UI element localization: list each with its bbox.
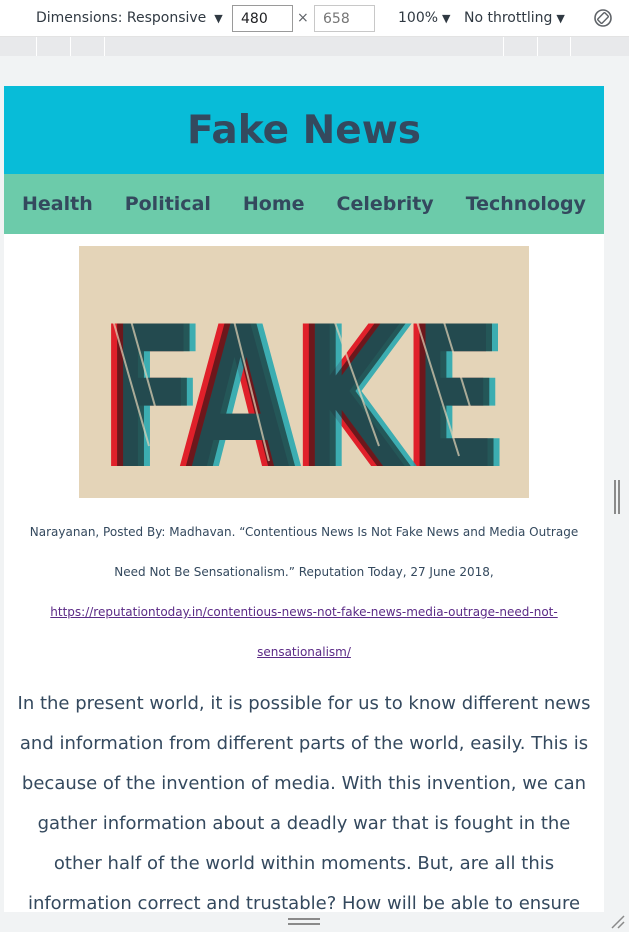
resize-handle-bottom[interactable] [288,918,320,925]
emulated-viewport: Fake News Health Political Home Celebrit… [4,86,604,912]
caret-down-icon: ▼ [556,11,565,25]
throttle-label: No throttling [464,10,553,26]
width-input[interactable] [232,5,293,32]
ruler-segment[interactable] [570,37,571,56]
ruler-segment[interactable] [104,37,105,56]
viewport-margin [0,56,629,86]
nav-item-celebrity[interactable]: Celebrity [337,193,434,215]
zoom-label: 100% [398,10,439,26]
throttle-dropdown[interactable]: No throttling ▼ [464,10,565,26]
nav-item-health[interactable]: Health [22,193,93,215]
citation-text: Narayanan, Posted By: Madhavan. “Content… [29,525,579,579]
site-title: Fake News [187,107,421,153]
citation: Narayanan, Posted By: Madhavan. “Content… [24,512,584,672]
main-nav: Health Political Home Celebrity Technolo… [4,174,604,234]
ruler-segment[interactable] [70,37,71,56]
height-input[interactable] [314,5,375,32]
fake-letters-black: FAKE [104,286,504,498]
times-icon: × [297,10,309,26]
article-paragraph: In the present world, it is possible for… [17,693,591,912]
zoom-dropdown[interactable]: 100% ▼ [398,10,451,26]
citation-link[interactable]: https://reputationtoday.in/contentious-n… [50,605,557,659]
ruler-segment[interactable] [36,37,37,56]
ruler-segment[interactable] [503,37,504,56]
resize-handle-right[interactable] [614,480,620,514]
nav-item-political[interactable]: Political [125,193,211,215]
caret-down-icon: ▼ [442,11,451,25]
resize-corner-icon[interactable] [608,912,626,930]
rotate-icon[interactable] [593,8,613,28]
media-query-bar[interactable] [0,37,629,56]
caret-down-icon: ▼ [214,11,223,25]
nav-item-technology[interactable]: Technology [466,193,586,215]
dimensions-dropdown[interactable]: Dimensions: Responsive ▼ [36,10,223,26]
dimensions-label: Dimensions: Responsive [36,10,207,26]
hero-image: FAKE FAKE FAKE [79,246,529,513]
fake-word-graphic: FAKE FAKE FAKE [98,286,510,513]
devtools-device-toolbar: Dimensions: Responsive ▼ × 100% ▼ No thr… [0,0,629,37]
ruler-segment[interactable] [537,37,538,56]
site-header: Fake News [4,86,604,174]
nav-item-home[interactable]: Home [243,193,305,215]
